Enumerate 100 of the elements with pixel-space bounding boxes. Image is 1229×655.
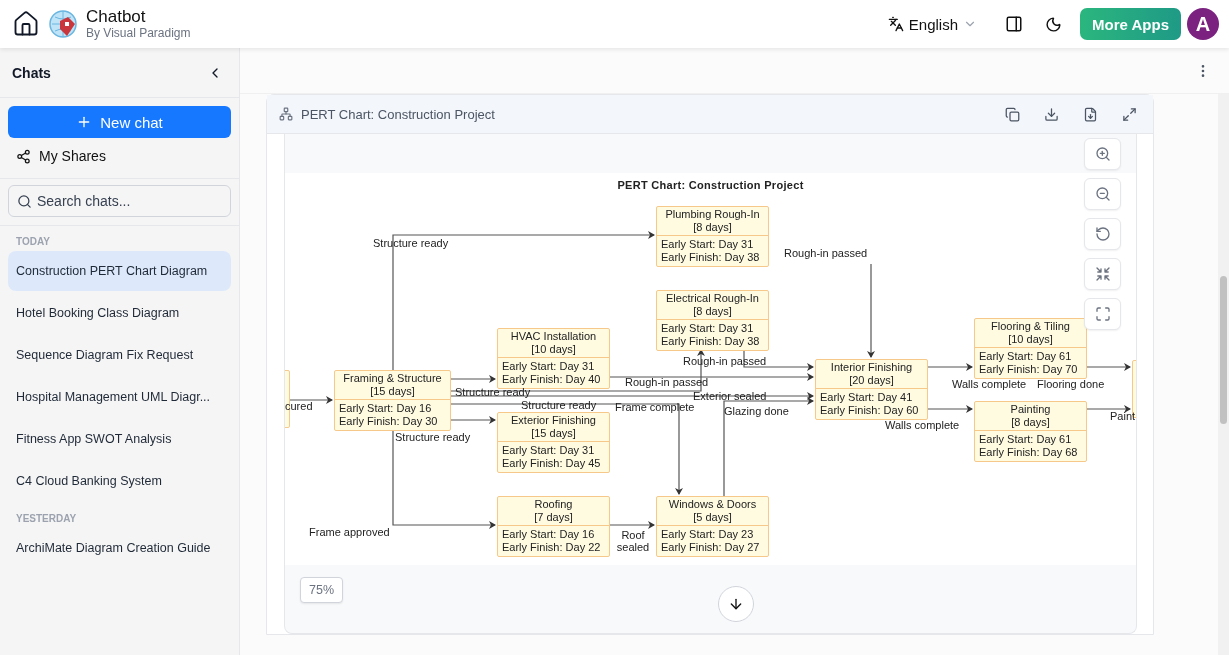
- reset-button[interactable]: [1084, 218, 1121, 250]
- edge-label: Rough-in passed: [625, 376, 709, 388]
- chat-item[interactable]: Fitness App SWOT Analysis: [8, 419, 231, 459]
- early-finish: Early Finish: Day 68: [979, 446, 1079, 459]
- task-name: Electrical Rough-In: [665, 292, 760, 305]
- app-title: Chatbot: [86, 8, 147, 27]
- zoom-out-button[interactable]: [1084, 178, 1121, 210]
- search-field[interactable]: Search chats...: [8, 185, 231, 217]
- task-duration: [15 days]: [530, 427, 577, 440]
- connector-arrow: [609, 521, 655, 529]
- diagram-icon: [279, 107, 293, 121]
- new-chat-button[interactable]: New chat: [8, 106, 231, 138]
- early-finish: Early Finish: Day 22: [502, 541, 602, 554]
- chat-item[interactable]: Sequence Diagram Fix Request: [8, 335, 231, 375]
- artifact-title: PERT Chart: Construction Project: [301, 106, 496, 122]
- edge-label: Structure ready: [521, 399, 597, 411]
- group-label: TODAY: [15, 235, 51, 249]
- file-download-icon: [1083, 106, 1098, 122]
- early-finish: Early Finish: Day 30: [339, 415, 439, 428]
- home-icon[interactable]: [12, 10, 40, 38]
- task-name: Plumbing Rough-In: [664, 208, 761, 221]
- early-finish: Early Finish: Day 70: [979, 363, 1079, 376]
- early-start: Early Start: Day 61: [979, 433, 1073, 446]
- copy-button[interactable]: [1005, 106, 1020, 122]
- download-button[interactable]: [1044, 106, 1059, 122]
- fit-button[interactable]: [1084, 258, 1121, 290]
- chat-item[interactable]: Hotel Booking Class Diagram: [8, 293, 231, 333]
- scroll-down-button[interactable]: [718, 586, 754, 622]
- edge-label: Glazing done: [724, 405, 789, 417]
- connector-arrow: [289, 396, 333, 404]
- sidebar-panel-icon: [1005, 15, 1024, 33]
- early-start: Early Start: Day 31: [502, 444, 596, 457]
- export-file-button[interactable]: [1083, 106, 1098, 122]
- user-avatar[interactable]: A: [1187, 8, 1219, 40]
- early-finish: Early Finish: Day 45: [502, 457, 602, 470]
- connector-arrow: [1086, 363, 1131, 371]
- task-duration: [10 days]: [1007, 333, 1054, 346]
- reset-icon: [1094, 226, 1111, 242]
- task-duration: [8 days]: [1010, 416, 1051, 429]
- early-start: Early Start: Day 16: [339, 402, 433, 415]
- fit-icon: [1094, 266, 1111, 282]
- task-duration: [20 days]: [848, 374, 895, 387]
- fullscreen-icon: [1094, 306, 1111, 322]
- task-name: Flooring & Tiling: [990, 320, 1071, 333]
- expand-icon: [1122, 106, 1137, 122]
- zoom-out-icon: [1094, 186, 1111, 202]
- early-start: Early Start: Day 31: [661, 238, 755, 251]
- group-label: YESTERDAY: [15, 512, 78, 526]
- copy-icon: [1005, 106, 1020, 122]
- sidebar-title: Chats: [12, 64, 51, 81]
- task-name: HVAC Installation: [509, 330, 598, 343]
- task-name: Roofing: [533, 498, 574, 511]
- chat-item[interactable]: Construction PERT Chart Diagram: [8, 251, 231, 291]
- edge-label: Exterior sealed: [693, 390, 767, 402]
- connector-arrow: [927, 405, 973, 413]
- edge-label: Structure ready: [395, 431, 471, 443]
- chat-item[interactable]: ArchiMate Diagram Creation Guide: [8, 528, 231, 568]
- early-finish: Early Finish: Day 27: [661, 541, 761, 554]
- edge-label: cured: [285, 400, 313, 412]
- early-start: Early Start: Day 23: [661, 528, 755, 541]
- chat-item[interactable]: Hospital Management UML Diagr...: [8, 377, 231, 417]
- edge-label: Flooring done: [1037, 378, 1105, 390]
- early-finish: Early Finish: Day 40: [502, 373, 602, 386]
- scrollbar[interactable]: [1218, 94, 1229, 655]
- my-shares-link[interactable]: My Shares: [0, 138, 239, 179]
- edge-label: Frame complete: [615, 401, 695, 413]
- download-icon: [1044, 106, 1059, 122]
- task-name: Windows & Doors: [667, 498, 758, 511]
- share-icon: [16, 148, 31, 164]
- language-selector[interactable]: English: [887, 15, 978, 33]
- early-start: Early Start: Day 61: [979, 350, 1073, 363]
- early-finish: Early Finish: Day 60: [820, 404, 920, 417]
- early-finish: Early Finish: Day 38: [661, 335, 761, 348]
- logo-icon: [48, 9, 78, 39]
- expand-button[interactable]: [1122, 106, 1137, 122]
- task-duration: [8 days]: [692, 305, 733, 318]
- early-start: Early Start: Day 31: [502, 360, 596, 373]
- edge-label: Rough-in passed: [683, 355, 767, 367]
- edge-label: Paint: [1110, 410, 1136, 422]
- edge-label: Structure ready: [373, 237, 449, 249]
- connector-arrow: [1086, 405, 1131, 413]
- task-name: Interior Finishing: [829, 361, 914, 374]
- task-duration: [8 days]: [692, 221, 733, 234]
- early-start: Early Start: Day 31: [661, 322, 755, 335]
- connector-arrow: [927, 363, 973, 371]
- early-finish: Early Finish: Day 38: [661, 251, 761, 264]
- chat-item[interactable]: C4 Cloud Banking System: [8, 461, 231, 501]
- edge-label: Walls complete: [885, 419, 960, 431]
- task-duration: [7 days]: [533, 511, 574, 524]
- edge-label: Walls complete: [952, 378, 1027, 390]
- early-start: Early Start: Day 16: [502, 528, 596, 541]
- zoom-in-icon: [1094, 146, 1111, 162]
- zoom-in-button[interactable]: [1084, 138, 1121, 170]
- search-icon: [17, 194, 32, 209]
- zoom-level: 75%: [300, 577, 344, 603]
- task-duration: [10 days]: [530, 343, 577, 356]
- edge-label: Roof sealed: [615, 529, 651, 553]
- translate-icon: [887, 16, 904, 32]
- fullscreen-button[interactable]: [1084, 298, 1121, 330]
- task-name: Framing & Structure: [342, 372, 443, 385]
